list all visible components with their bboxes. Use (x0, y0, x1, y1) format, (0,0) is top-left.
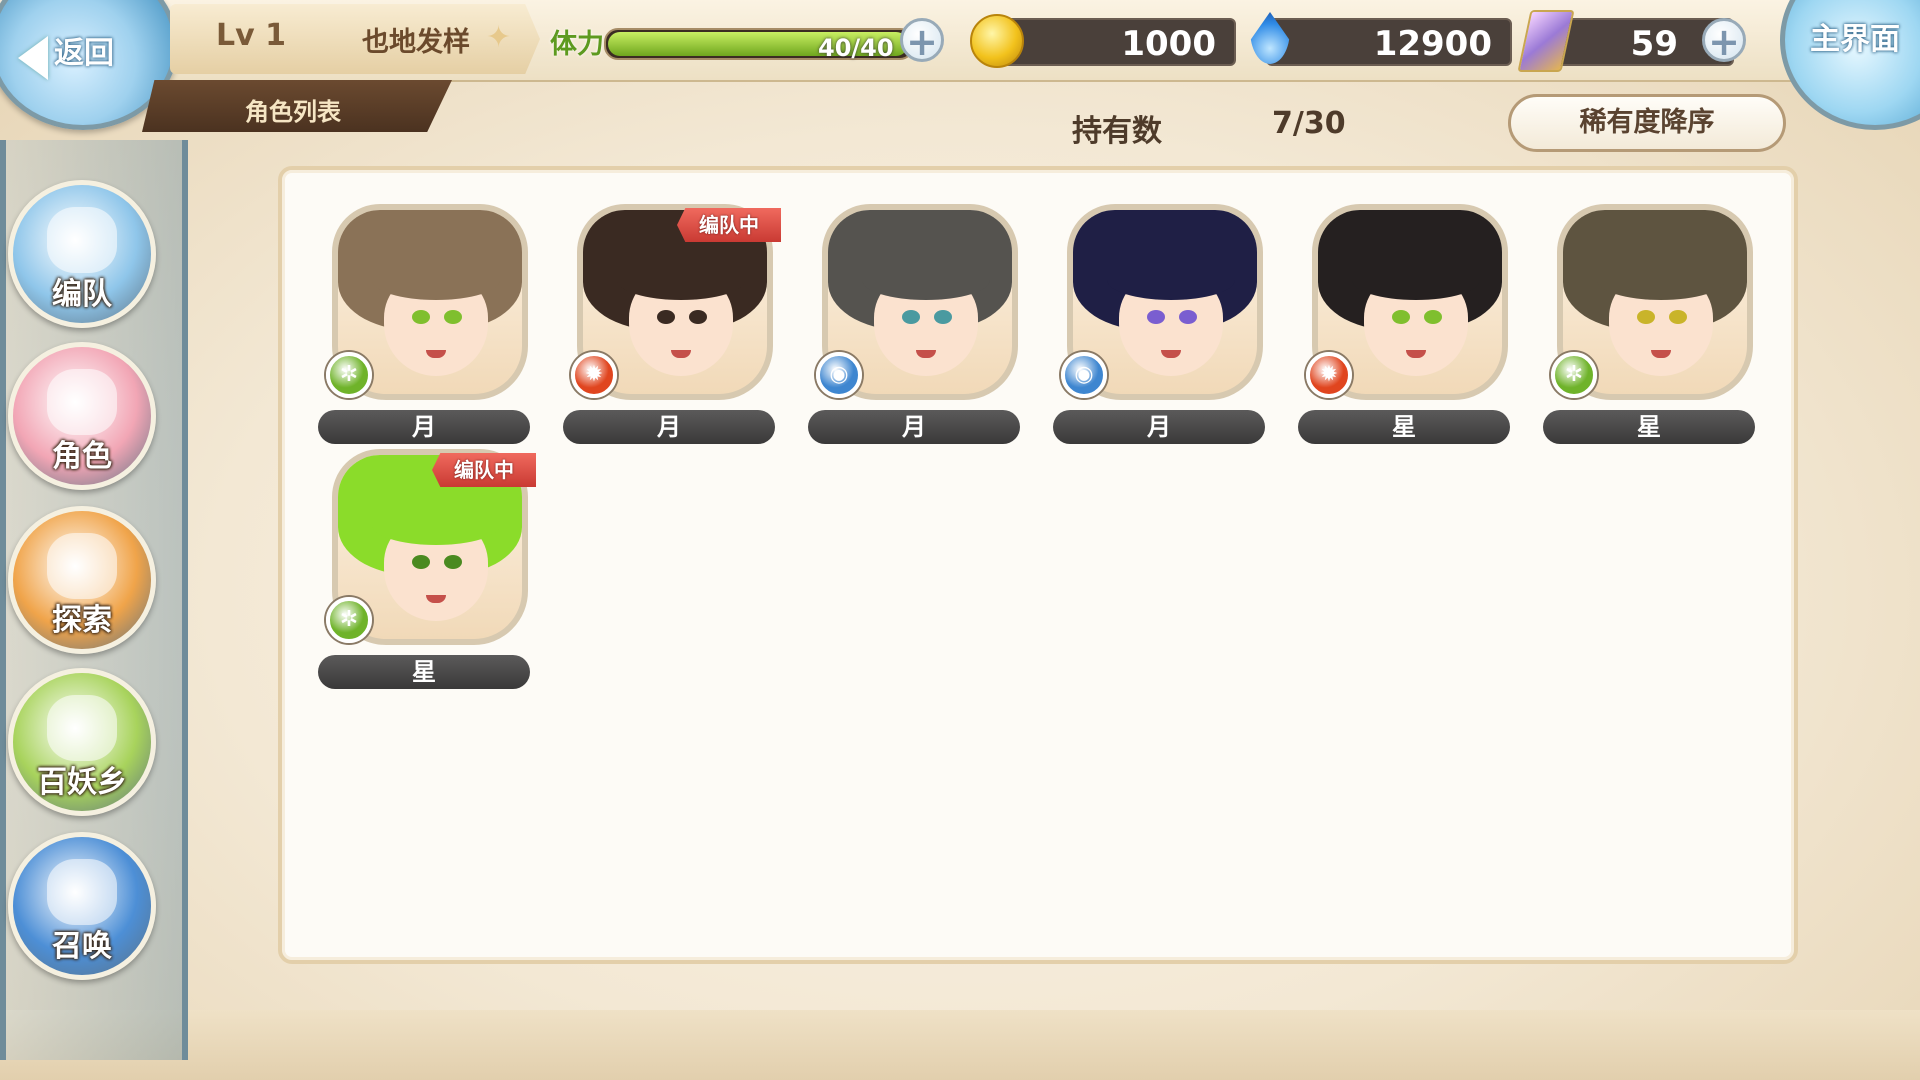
character-rank: 月 (563, 410, 775, 444)
sort-button[interactable]: 稀有度降序 (1508, 94, 1786, 152)
player-name: 也地发样 (362, 27, 470, 58)
nav-village-button[interactable]: 百妖乡 (8, 668, 156, 816)
character-rank: 星 (318, 655, 530, 689)
in-team-badge: 编队中 (432, 453, 536, 487)
home-label[interactable]: 主界面 (1810, 14, 1900, 58)
character-card[interactable]: ✲ 编队中星 (318, 449, 536, 697)
nav-label: 角色 (52, 439, 112, 474)
back-label[interactable]: 返回 (54, 28, 114, 72)
star-decoration-icon: ✦ (486, 20, 512, 55)
spirit-value: 12900 (1373, 24, 1492, 64)
character-rank: 星 (1543, 410, 1755, 444)
nav-team-button[interactable]: 编队 (8, 180, 156, 328)
nav-label: 编队 (52, 277, 112, 312)
in-team-badge: 编队中 (677, 208, 781, 242)
village-icon (47, 695, 117, 761)
character-card[interactable]: ◉ 月 (1053, 204, 1265, 452)
character-rank: 星 (1298, 410, 1510, 444)
owned-count-label: 持有数 (1072, 114, 1162, 149)
character-fringe (617, 260, 745, 300)
gold-value: 1000 (1121, 24, 1216, 64)
player-level: Lv 1 (216, 18, 286, 53)
character-rank: 月 (1053, 410, 1265, 444)
character-icon (47, 369, 117, 435)
character-fringe (1352, 260, 1480, 300)
stamina-value: 40/40 (818, 34, 894, 62)
character-list-panel: ✲ 月 ✹ 编队中月 ◉ 月 ◉ 月 ✹ 星 ✲ 星 ✲ 编队中星 (278, 166, 1798, 964)
nav-explore-button[interactable]: 探索 (8, 506, 156, 654)
left-eye (902, 310, 920, 324)
team-icon (47, 207, 117, 273)
left-eye (1637, 310, 1655, 324)
character-fringe (1107, 260, 1235, 300)
fire-element-icon: ✹ (571, 352, 617, 398)
gold-display: 1000 (990, 18, 1236, 66)
character-rank: 月 (808, 410, 1020, 444)
right-eye (444, 310, 462, 324)
background-floor (0, 1010, 1920, 1080)
nav-label: 召唤 (52, 929, 112, 964)
add-stamina-button[interactable]: + (900, 18, 944, 63)
character-card[interactable]: ◉ 月 (808, 204, 1020, 452)
character-fringe (372, 505, 500, 545)
character-card[interactable]: ✲ 月 (318, 204, 530, 452)
right-eye (1424, 310, 1442, 324)
spirit-display: 12900 (1266, 18, 1512, 66)
fire-element-icon: ✹ (1306, 352, 1352, 398)
left-eye (412, 310, 430, 324)
character-card[interactable]: ✲ 星 (1543, 204, 1755, 452)
right-eye (689, 310, 707, 324)
water-element-icon: ◉ (1061, 352, 1107, 398)
left-eye (1147, 310, 1165, 324)
gold-coin-icon (970, 14, 1024, 68)
character-fringe (862, 260, 990, 300)
section-title: 角色列表 (245, 98, 341, 126)
right-eye (1669, 310, 1687, 324)
wind-element-icon: ✲ (326, 352, 372, 398)
summon-icon (47, 859, 117, 925)
character-rank: 月 (318, 410, 530, 444)
character-card[interactable]: ✹ 星 (1298, 204, 1510, 452)
nav-character-button[interactable]: 角色 (8, 342, 156, 490)
gem-value: 59 (1630, 24, 1678, 64)
left-eye (657, 310, 675, 324)
nav-label: 百妖乡 (37, 765, 127, 800)
wind-element-icon: ✲ (326, 597, 372, 643)
water-element-icon: ◉ (816, 352, 862, 398)
character-fringe (1597, 260, 1725, 300)
owned-count-value: 7/30 (1272, 106, 1346, 141)
add-gems-button[interactable]: + (1702, 18, 1746, 63)
nav-summon-button[interactable]: 召唤 (8, 832, 156, 980)
explore-icon (47, 533, 117, 599)
right-eye (444, 555, 462, 569)
character-fringe (372, 260, 500, 300)
left-eye (1392, 310, 1410, 324)
wind-element-icon: ✲ (1551, 352, 1597, 398)
back-arrow-icon (18, 36, 48, 80)
right-eye (1179, 310, 1197, 324)
character-card[interactable]: ✹ 编队中月 (563, 204, 781, 452)
left-eye (412, 555, 430, 569)
nav-label: 探索 (52, 603, 112, 638)
stamina-label: 体力 (550, 29, 604, 60)
right-eye (934, 310, 952, 324)
